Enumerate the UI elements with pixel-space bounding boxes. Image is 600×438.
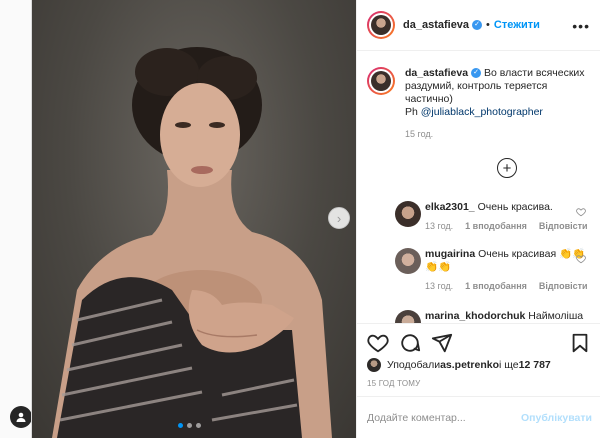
comment-body: Наймоліша <box>528 310 584 322</box>
load-more-comments-button[interactable]: + <box>497 158 517 178</box>
comment-like-heart-icon[interactable] <box>576 254 586 264</box>
comment-item: marina_khodorchuk Наймоліша <box>395 310 600 323</box>
comments-section[interactable]: da_astafieva ✓ Во власти всяческих раздум… <box>357 51 600 323</box>
comment-bubble-icon[interactable] <box>399 332 421 354</box>
likes-mid: і ще <box>499 359 519 371</box>
next-photo-button[interactable]: › <box>328 207 350 229</box>
post-side-panel: da_astafieva ✓ • Стежити ••• da_astafiev… <box>356 0 600 438</box>
comment-username[interactable]: elka2301_ <box>425 201 475 213</box>
instagram-post-modal: › da_astafieva ✓ • Стежити ••• da_astafi… <box>0 0 600 438</box>
carousel-dot <box>196 423 201 428</box>
comment-text: mugairina Очень красивая 👏👏👏👏 <box>425 248 595 274</box>
like-heart-icon[interactable] <box>367 332 389 354</box>
post-photo[interactable]: › <box>32 0 356 438</box>
caption-avatar[interactable] <box>367 67 395 95</box>
caption-mention-link[interactable]: @juliablack_photographer <box>421 106 543 118</box>
comment-text: marina_khodorchuk Наймоліша <box>425 310 600 323</box>
author-avatar[interactable] <box>367 11 395 39</box>
post-card: › da_astafieva ✓ • Стежити ••• da_astafi… <box>31 0 600 438</box>
liker-avatar[interactable] <box>367 358 381 372</box>
carousel-dot-active <box>178 423 183 428</box>
author-username[interactable]: da_astafieva <box>403 19 469 31</box>
post-actions-bar <box>357 323 600 361</box>
caption-ph: Ph <box>405 106 421 118</box>
commenter-avatar[interactable] <box>395 248 421 274</box>
comment-meta: 13 год. 1 вподобання Відповісти <box>425 281 600 291</box>
share-send-icon[interactable] <box>431 332 453 354</box>
comment-input[interactable] <box>367 411 521 424</box>
caption-text: da_astafieva ✓ Во власти всяческих раздум… <box>405 67 592 119</box>
commenter-avatar[interactable] <box>395 201 421 227</box>
reply-button[interactable]: Відповісти <box>539 221 588 231</box>
background-strip <box>0 0 32 438</box>
carousel-indicator <box>178 423 201 428</box>
separator: • <box>486 19 490 31</box>
comment-time: 13 год. <box>425 281 454 291</box>
comment-username[interactable]: mugairina <box>425 248 475 260</box>
chevron-right-icon: › <box>336 210 342 226</box>
post-caption: da_astafieva ✓ Во власти всяческих раздум… <box>367 67 592 139</box>
bookmark-icon[interactable] <box>569 332 591 354</box>
user-profile-icon[interactable] <box>10 406 32 428</box>
comment-body: Очень красива. <box>477 201 553 213</box>
comment-item: mugairina Очень красивая 👏👏👏👏 13 год. 1 … <box>395 248 600 291</box>
commenter-avatar[interactable] <box>395 310 421 323</box>
add-comment-bar: Опублікувати <box>357 396 600 438</box>
comment-username[interactable]: marina_khodorchuk <box>425 310 525 322</box>
likes-count[interactable]: 12 787 <box>519 359 551 371</box>
comment-likes[interactable]: 1 вподобання <box>465 281 527 291</box>
comment-item: elka2301_ Очень красива. 13 год. 1 вподо… <box>395 201 600 231</box>
more-options-icon[interactable]: ••• <box>572 18 590 34</box>
comment-likes[interactable]: 1 вподобання <box>465 221 527 231</box>
comment-meta: 13 год. 1 вподобання Відповісти <box>425 221 600 231</box>
comment-text: elka2301_ Очень красива. <box>425 201 600 214</box>
likes-prefix: Уподобали <box>387 359 441 371</box>
caption-time: 15 год. <box>405 129 434 139</box>
verified-badge-icon: ✓ <box>471 68 482 79</box>
comment-like-heart-icon[interactable] <box>576 207 586 217</box>
plus-circle-icon: + <box>502 159 512 177</box>
likes-summary: Уподобали as.petrenko і ще 12 787 <box>367 358 551 372</box>
follow-button[interactable]: Стежити <box>494 19 540 31</box>
caption-username[interactable]: da_astafieva <box>405 67 468 79</box>
post-header: da_astafieva ✓ • Стежити ••• <box>357 0 600 51</box>
carousel-dot <box>187 423 192 428</box>
verified-badge-icon: ✓ <box>472 20 483 30</box>
publish-button[interactable]: Опублікувати <box>521 412 592 424</box>
reply-button[interactable]: Відповісти <box>539 281 588 291</box>
comment-time: 13 год. <box>425 221 454 231</box>
post-timestamp: 15 ГОД ТОМУ <box>367 379 421 388</box>
liker-username[interactable]: as.petrenko <box>440 359 499 371</box>
